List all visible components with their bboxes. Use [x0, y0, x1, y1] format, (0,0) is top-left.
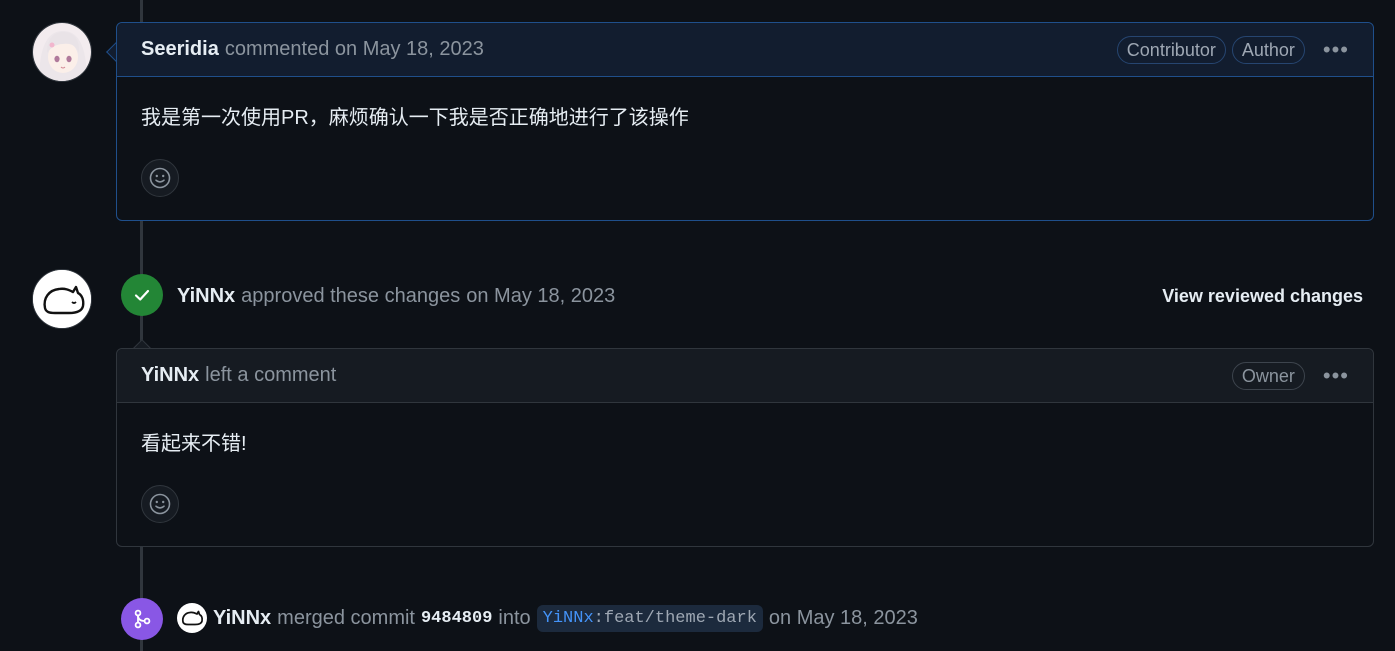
- merge-into: into: [498, 606, 531, 629]
- comment-date-link[interactable]: on May 18, 2023: [335, 38, 484, 60]
- more-options-icon[interactable]: •••: [1323, 364, 1349, 387]
- smiley-icon: [149, 493, 171, 515]
- merge-author-avatar[interactable]: [177, 603, 207, 633]
- review-date-link[interactable]: on May 18, 2023: [466, 285, 615, 308]
- merge-author-link[interactable]: YiNNx: [213, 607, 271, 630]
- commit-sha-link[interactable]: 9484809: [421, 609, 492, 628]
- add-reaction-button[interactable]: [141, 159, 179, 197]
- comment-action: commented: [224, 38, 330, 60]
- comment-header: Seeridia commented on May 18, 2023 Contri…: [117, 23, 1373, 77]
- check-icon: [134, 289, 150, 301]
- review-comment-body: 看起来不错!: [141, 433, 247, 455]
- author-badge: Author: [1231, 35, 1305, 64]
- review-comment-header: YiNNx left a comment Owner •••: [117, 349, 1373, 403]
- review-author-link[interactable]: YiNNx: [177, 285, 235, 308]
- review-action: approved these changes: [241, 285, 461, 307]
- approved-badge: [121, 274, 163, 316]
- review-event: YiNNx approved these changes on May 18, …: [177, 285, 615, 308]
- target-branch[interactable]: YiNNx:feat/theme-dark: [536, 604, 763, 632]
- merge-action: merged commit: [277, 606, 415, 629]
- branch-name: feat/theme-dark: [603, 608, 757, 628]
- smiley-icon: [149, 167, 171, 189]
- merge-date-link[interactable]: on May 18, 2023: [769, 607, 918, 630]
- comment-author-link[interactable]: Seeridia: [141, 38, 219, 60]
- comment-body: 我是第一次使用PR，麻烦确认一下我是否正确地进行了该操作: [141, 107, 689, 129]
- merged-badge: [121, 598, 163, 640]
- contributor-badge: Contributor: [1116, 35, 1226, 64]
- review-comment: YiNNx left a comment Owner ••• 看起来不错!: [116, 348, 1374, 547]
- view-reviewed-changes-link[interactable]: View reviewed changes: [1162, 286, 1363, 307]
- review-comment-author-link[interactable]: YiNNx: [141, 364, 199, 386]
- comment-seeridia: Seeridia commented on May 18, 2023 Contri…: [116, 22, 1374, 221]
- add-reaction-button[interactable]: [141, 485, 179, 523]
- merge-event: YiNNx merged commit 9484809 into YiNNx:f…: [177, 603, 918, 633]
- branch-separator: :: [593, 608, 604, 628]
- avatar-seeridia[interactable]: [32, 22, 92, 82]
- branch-owner: YiNNx: [542, 608, 594, 628]
- avatar-yinnx[interactable]: [32, 269, 92, 329]
- more-options-icon[interactable]: •••: [1323, 38, 1349, 61]
- owner-badge: Owner: [1231, 361, 1305, 390]
- git-merge-icon: [134, 609, 151, 629]
- review-comment-action: left a comment: [205, 364, 337, 386]
